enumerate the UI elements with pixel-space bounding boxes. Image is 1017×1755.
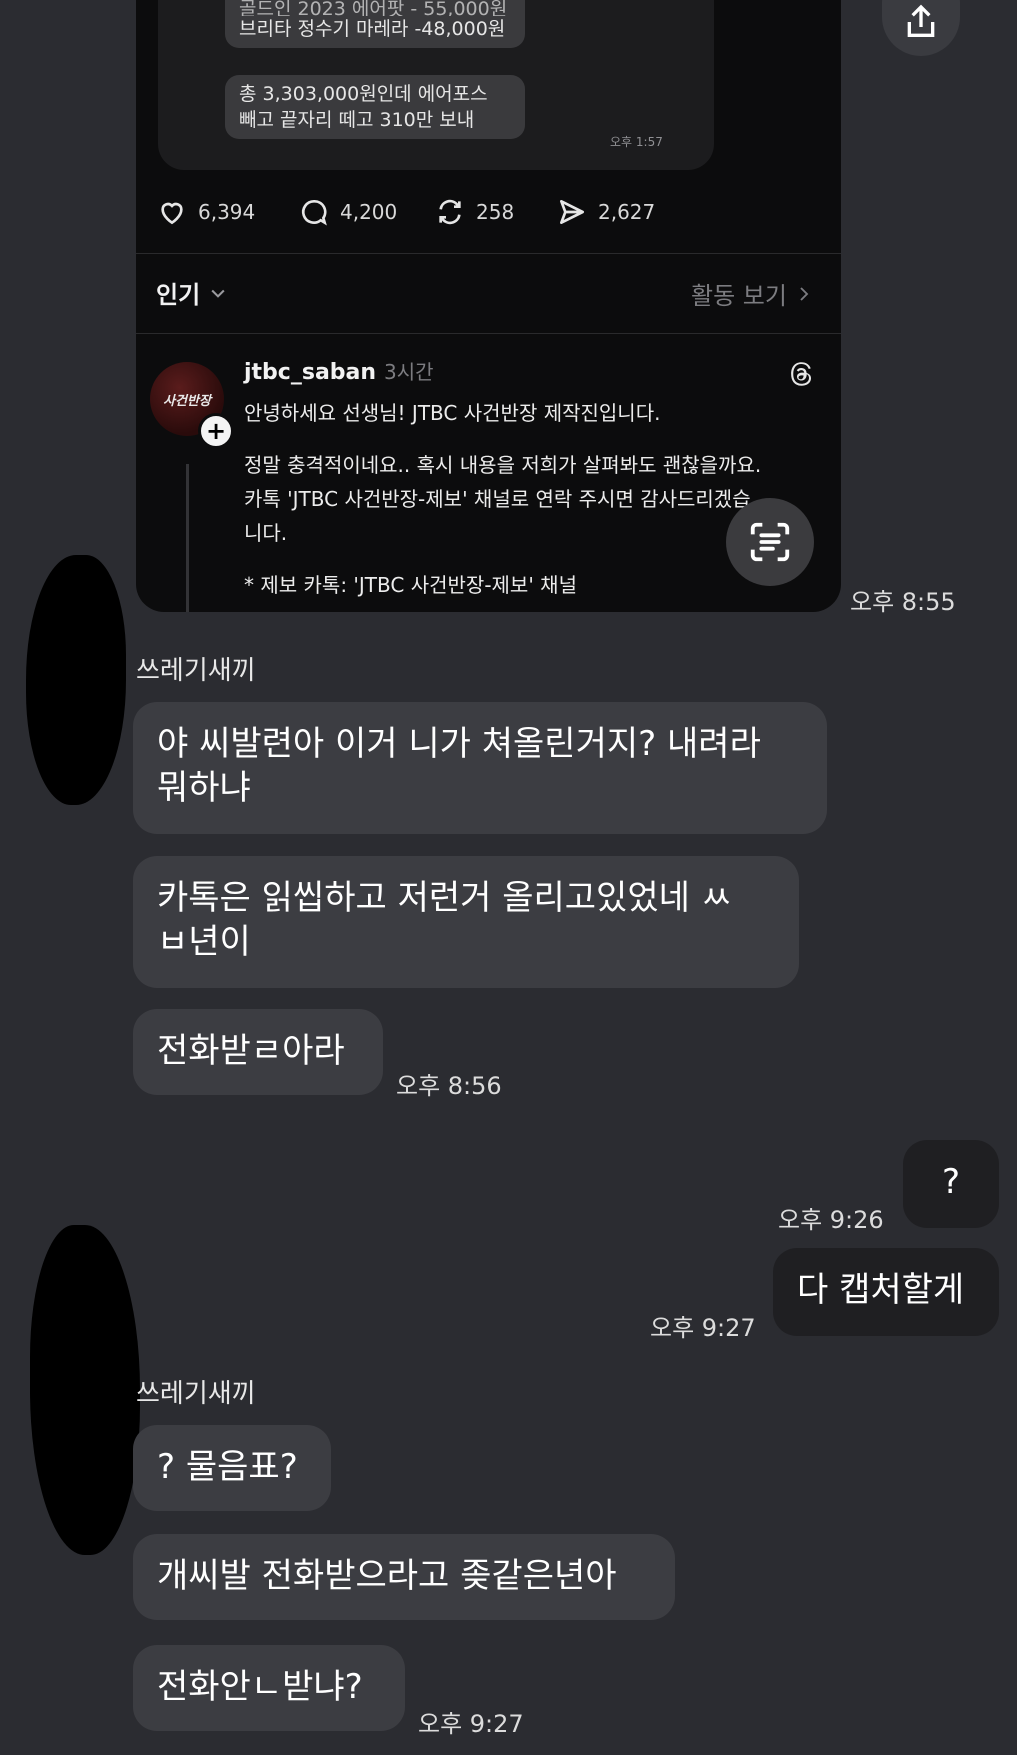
reply-line-4: 니다. xyxy=(244,521,288,545)
message-bubble[interactable]: 전화받ㄹ아라 xyxy=(133,1009,383,1095)
repost-icon xyxy=(439,199,461,225)
chevron-right-icon xyxy=(800,286,809,301)
comment-stat[interactable]: 4,200 xyxy=(298,196,397,228)
my-message-bubble[interactable]: ? xyxy=(903,1140,999,1228)
like-count: 6,394 xyxy=(198,200,256,224)
message-bubble[interactable]: ? 물음표? xyxy=(133,1425,331,1511)
share-stat[interactable]: 2,627 xyxy=(556,196,655,228)
text-scan-button[interactable] xyxy=(726,498,814,586)
message-line: 전화안ㄴ받냐? xyxy=(157,1667,363,1707)
message-line: 다 캡처할게 xyxy=(797,1270,965,1310)
follow-plus-icon[interactable]: + xyxy=(198,413,234,449)
divider xyxy=(136,253,841,254)
reply-line-1: 안녕하세요 선생님! JTBC 사건반장 제작진입니다. xyxy=(244,401,661,425)
share-button[interactable] xyxy=(882,0,960,56)
live-text-icon xyxy=(750,522,790,562)
popular-filter-label: 인기 xyxy=(156,281,201,309)
embedded-dm-area: 골드인 2023 에어팟 - 55,000원 브리타 정수기 마레라 -48,0… xyxy=(158,0,714,170)
view-activity-link[interactable]: 활동 보기 xyxy=(691,276,813,311)
message-time: 오후 9:27 xyxy=(418,1710,524,1738)
embedded-dm-bubble-1: 골드인 2023 에어팟 - 55,000원 브리타 정수기 마레라 -48,0… xyxy=(225,0,525,48)
embedded-dm-time: 오후 1:57 xyxy=(610,135,663,149)
embedded-dm-bubble-2: 총 3,303,000원인데 에어포스 빼고 끝자리 떼고 310만 보내 xyxy=(225,75,525,139)
message-bubble[interactable]: 전화안ㄴ받냐? xyxy=(133,1645,405,1731)
message-line: 야 씨발련아 이거 니가 쳐올린거지? 내려라 xyxy=(157,724,761,764)
avatar-logo-text: 사건반장 xyxy=(163,393,211,409)
repost-stat[interactable]: 258 xyxy=(434,196,514,228)
chevron-down-icon xyxy=(211,289,225,298)
sender-name: 쓰레기새끼 xyxy=(136,656,256,686)
message-line: ? xyxy=(941,1162,961,1202)
my-message-bubble[interactable]: 다 캡처할게 xyxy=(773,1248,999,1336)
heart-icon xyxy=(161,202,183,225)
thread-line xyxy=(186,464,189,612)
divider xyxy=(136,333,841,334)
threads-logo-icon xyxy=(791,362,811,386)
reply-line-2: 정말 충격적이네요.. 혹시 내용을 저희가 살펴봐도 괜찮을까요. xyxy=(244,453,762,477)
reply-header: jtbc_saban 3시간 xyxy=(244,356,434,385)
redacted-avatar xyxy=(30,1225,140,1555)
message-line: ? 물음표? xyxy=(157,1447,298,1487)
view-activity-label: 활동 보기 xyxy=(691,282,787,310)
message-line: 전화받ㄹ아라 xyxy=(157,1031,345,1071)
popular-filter[interactable]: 인기 xyxy=(156,275,228,310)
reply-time: 3시간 xyxy=(384,360,434,384)
message-bubble[interactable]: 야 씨발련아 이거 니가 쳐올린거지? 내려라 뭐하냐 xyxy=(133,702,827,834)
sender-name: 쓰레기새끼 xyxy=(136,1379,256,1409)
comment-count: 4,200 xyxy=(340,200,398,224)
message-line: 개씨발 전화받으라고 좆같은년아 xyxy=(157,1556,617,1596)
message-time: 오후 9:27 xyxy=(650,1314,756,1342)
reply-username[interactable]: jtbc_saban xyxy=(244,360,376,385)
message-bubble[interactable]: 카톡은 읽씹하고 저런거 올리고있었네 ㅆ ㅂ년이 xyxy=(133,856,799,988)
message-line: ㅂ년이 xyxy=(157,922,251,962)
message-time: 오후 8:55 xyxy=(850,588,956,616)
message-line: 뭐하냐 xyxy=(157,768,251,808)
embedded-dm-line-3: 총 3,303,000원인데 에어포스 빼고 끝자리 떼고 310만 보내 xyxy=(239,83,488,131)
share-icon xyxy=(907,4,935,37)
embedded-dm-line-2: 브리타 정수기 마레라 -48,000원 xyxy=(239,18,506,40)
reply-line-5: * 제보 카톡: 'JTBC 사건반장-제보' 채널 xyxy=(244,573,577,597)
comment-icon xyxy=(301,199,327,226)
embedded-dm-line-1: 골드인 2023 에어팟 - 55,000원 xyxy=(239,0,508,16)
message-time: 오후 9:26 xyxy=(778,1206,884,1234)
send-icon xyxy=(560,200,584,224)
share-count: 2,627 xyxy=(598,200,656,224)
message-line: 카톡은 읽씹하고 저런거 올리고있었네 ㅆ xyxy=(157,878,732,918)
redacted-avatar xyxy=(26,555,126,805)
repost-count: 258 xyxy=(476,200,515,224)
like-stat[interactable]: 6,394 xyxy=(156,196,255,228)
message-bubble[interactable]: 개씨발 전화받으라고 좆같은년아 xyxy=(133,1534,675,1620)
message-time: 오후 8:56 xyxy=(396,1072,502,1100)
embedded-screenshot[interactable]: 골드인 2023 에어팟 - 55,000원 브리타 정수기 마레라 -48,0… xyxy=(136,0,841,612)
